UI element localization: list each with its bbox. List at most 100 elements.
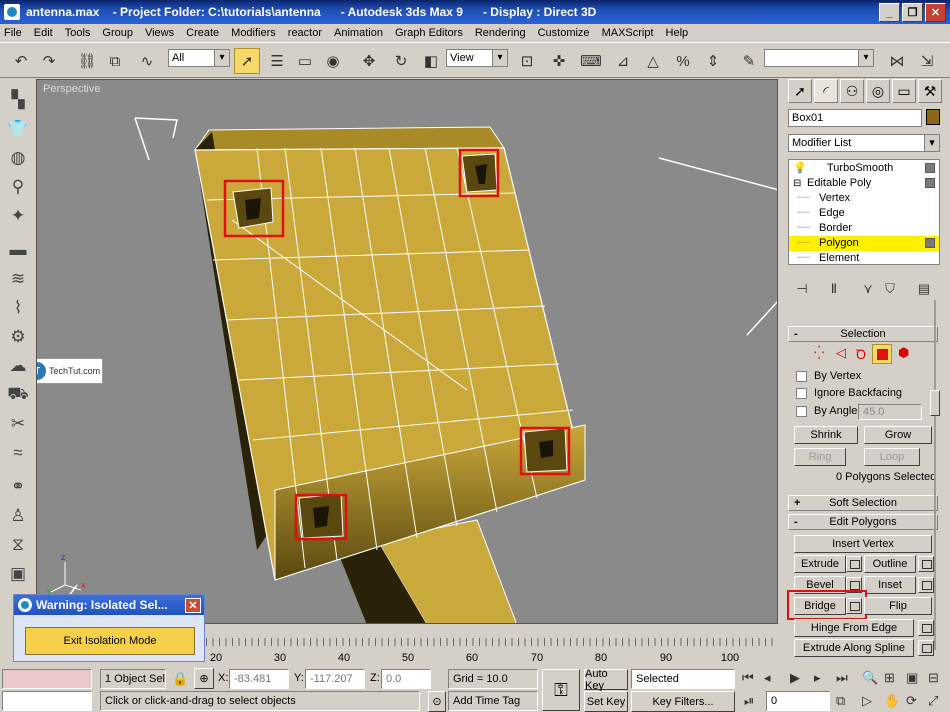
modifier-list-dropdown[interactable]: Modifier List — [788, 134, 940, 152]
key-filters-button[interactable]: Key Filters... — [631, 691, 735, 712]
stack-item-polygon[interactable]: ┈┈ Polygon — [789, 236, 939, 251]
plane-icon[interactable]: ▬ — [6, 238, 30, 262]
auto-key-mode-dropdown[interactable]: Selected — [631, 669, 735, 689]
stack-item-vertex[interactable]: ┈┈ Vertex — [789, 191, 939, 206]
time-config-icon[interactable]: ⧉ — [836, 693, 845, 709]
menu-create[interactable]: Create — [186, 27, 219, 39]
goto-start-icon[interactable]: ⏮ — [742, 670, 754, 686]
current-frame-field[interactable]: 0 — [766, 691, 830, 711]
timeline-ruler[interactable] — [206, 638, 778, 646]
by-angle-field[interactable]: 45.0 — [858, 404, 922, 420]
stack-item-toggle[interactable] — [925, 178, 935, 188]
cloth-icon[interactable]: 👕 — [6, 117, 30, 141]
play-icon[interactable]: ▶ — [790, 670, 800, 686]
loop-button[interactable]: Loop — [864, 448, 920, 466]
extrude-button[interactable]: Extrude — [794, 555, 846, 573]
app-icon[interactable] — [4, 4, 20, 20]
keyboard-shortcut-icon[interactable]: ⌨ — [578, 48, 604, 74]
hierarchy-tab-icon[interactable]: ⚇ — [840, 79, 864, 103]
key-icon[interactable]: ⚿ — [542, 669, 580, 711]
window-crossing-icon[interactable]: ◉ — [320, 48, 346, 74]
toy-car-icon[interactable]: ⛟ — [6, 383, 30, 407]
stack-item-editable-poly[interactable]: ⊟ Editable Poly — [789, 176, 939, 191]
zoom-extents-icon[interactable]: ▣ — [906, 670, 918, 686]
maxscript-listener-pink[interactable] — [2, 669, 92, 689]
previous-frame-icon[interactable]: ◂ — [764, 670, 771, 686]
bind-space-warp-icon[interactable]: ∿ — [134, 48, 160, 74]
menu-group[interactable]: Group — [102, 27, 133, 39]
add-time-tag[interactable]: Add Time Tag — [448, 691, 538, 711]
zoom-all-icon[interactable]: ⊞ — [884, 670, 895, 686]
water-icon[interactable]: ≈ — [6, 441, 30, 465]
by-angle-checkbox[interactable] — [796, 406, 807, 417]
hinge-from-edge-button[interactable]: Hinge From Edge — [794, 619, 914, 637]
y-coordinate-field[interactable]: -117.207 — [305, 669, 365, 689]
rollout-toggle[interactable]: - — [794, 515, 798, 529]
menu-customize[interactable]: Customize — [538, 27, 590, 39]
stack-item-toggle[interactable] — [925, 238, 935, 248]
rollout-toggle[interactable]: + — [794, 496, 800, 510]
maximize-viewport-icon[interactable]: ⤢ — [928, 693, 938, 709]
absolute-mode-icon[interactable]: ⊕ — [194, 668, 214, 689]
deforming-mesh-icon[interactable]: ✦ — [6, 204, 30, 228]
select-object-icon[interactable]: ➚ — [234, 48, 260, 74]
create-tab-icon[interactable]: ➚ — [788, 79, 812, 103]
time-tag-icon[interactable]: ⊙ — [428, 691, 446, 712]
show-end-result-icon[interactable]: Ⅱ — [824, 281, 844, 299]
snaps-toggle-icon[interactable]: ⊿ — [610, 48, 636, 74]
reference-coordinate-dropdown[interactable]: View — [446, 49, 508, 67]
warning-close-button[interactable]: ✕ — [185, 598, 201, 613]
orbit-icon[interactable]: ⟳ — [906, 693, 917, 709]
auto-key-button[interactable]: Auto Key — [584, 668, 628, 692]
pin-stack-icon[interactable]: ⊣ — [792, 281, 812, 299]
lock-icon[interactable]: 🔒 — [172, 671, 188, 687]
remove-modifier-icon[interactable]: ⛉ — [880, 281, 900, 299]
selection-filter-dropdown[interactable]: All — [168, 49, 230, 67]
bulb-icon[interactable]: 💡 — [793, 161, 807, 176]
rope-icon[interactable]: ⚲ — [6, 175, 30, 199]
ring-button[interactable]: Ring — [794, 448, 846, 466]
collapse-minus-icon[interactable]: ⊟ — [793, 176, 801, 191]
stack-item-border[interactable]: ┈┈ Border — [789, 221, 939, 236]
undo-icon[interactable]: ↶ — [8, 48, 34, 74]
field-of-view-icon[interactable]: ▷ — [862, 693, 872, 709]
spinner-snap-icon[interactable]: ⇕ — [700, 48, 726, 74]
menu-edit[interactable]: Edit — [34, 27, 53, 39]
shrink-button[interactable]: Shrink — [794, 426, 858, 444]
menu-file[interactable]: File — [4, 27, 22, 39]
z-coordinate-field[interactable]: 0.0 — [381, 669, 431, 689]
stack-item-element[interactable]: ┈┈ Element — [789, 251, 939, 266]
element-mode-icon[interactable]: ⬢ — [898, 345, 909, 361]
angle-snap-icon[interactable]: △ — [640, 48, 666, 74]
command-panel-scrollbar[interactable] — [929, 300, 943, 650]
constraint-icon[interactable]: ⚭ — [6, 475, 30, 499]
menu-views[interactable]: Views — [145, 27, 174, 39]
make-unique-icon[interactable]: ⋎ — [858, 281, 878, 299]
unlink-icon[interactable]: ⧉ — [102, 48, 128, 74]
move-icon[interactable]: ✥ — [356, 48, 382, 74]
spring-icon[interactable]: ≋ — [6, 267, 30, 291]
menu-tools[interactable]: Tools — [65, 27, 91, 39]
ignore-backfacing-checkbox[interactable] — [796, 388, 807, 399]
zoom-icon[interactable]: 🔍 — [862, 670, 878, 686]
percent-snap-icon[interactable]: % — [670, 48, 696, 74]
rectangular-selection-icon[interactable]: ▭ — [292, 48, 318, 74]
extrude-settings-button[interactable] — [846, 556, 862, 572]
polygon-mode-icon[interactable] — [872, 344, 892, 364]
zoom-extents-all-icon[interactable]: ⊟ — [928, 670, 939, 686]
x-coordinate-field[interactable]: -83.481 — [229, 669, 289, 689]
fracture-icon[interactable]: ✂ — [6, 412, 30, 436]
motor-icon[interactable]: ⚙ — [6, 325, 30, 349]
modify-tab-icon[interactable]: ◜ — [814, 79, 838, 103]
scale-icon[interactable]: ◧ — [418, 48, 444, 74]
display-tab-icon[interactable]: ▭ — [892, 79, 916, 103]
menu-maxscript[interactable]: MAXScript — [602, 27, 654, 39]
inset-button[interactable]: Inset — [864, 576, 916, 594]
menu-rendering[interactable]: Rendering — [475, 27, 526, 39]
object-name-field[interactable]: Box01 — [788, 109, 922, 127]
rigid-body-icon[interactable]: ▚ — [6, 88, 30, 112]
ragdoll-icon[interactable]: ♙ — [6, 504, 30, 528]
soft-body-icon[interactable]: ◍ — [6, 146, 30, 170]
exit-isolation-mode-button[interactable]: Exit Isolation Mode — [25, 627, 195, 655]
minimize-button[interactable]: _ — [879, 3, 900, 22]
